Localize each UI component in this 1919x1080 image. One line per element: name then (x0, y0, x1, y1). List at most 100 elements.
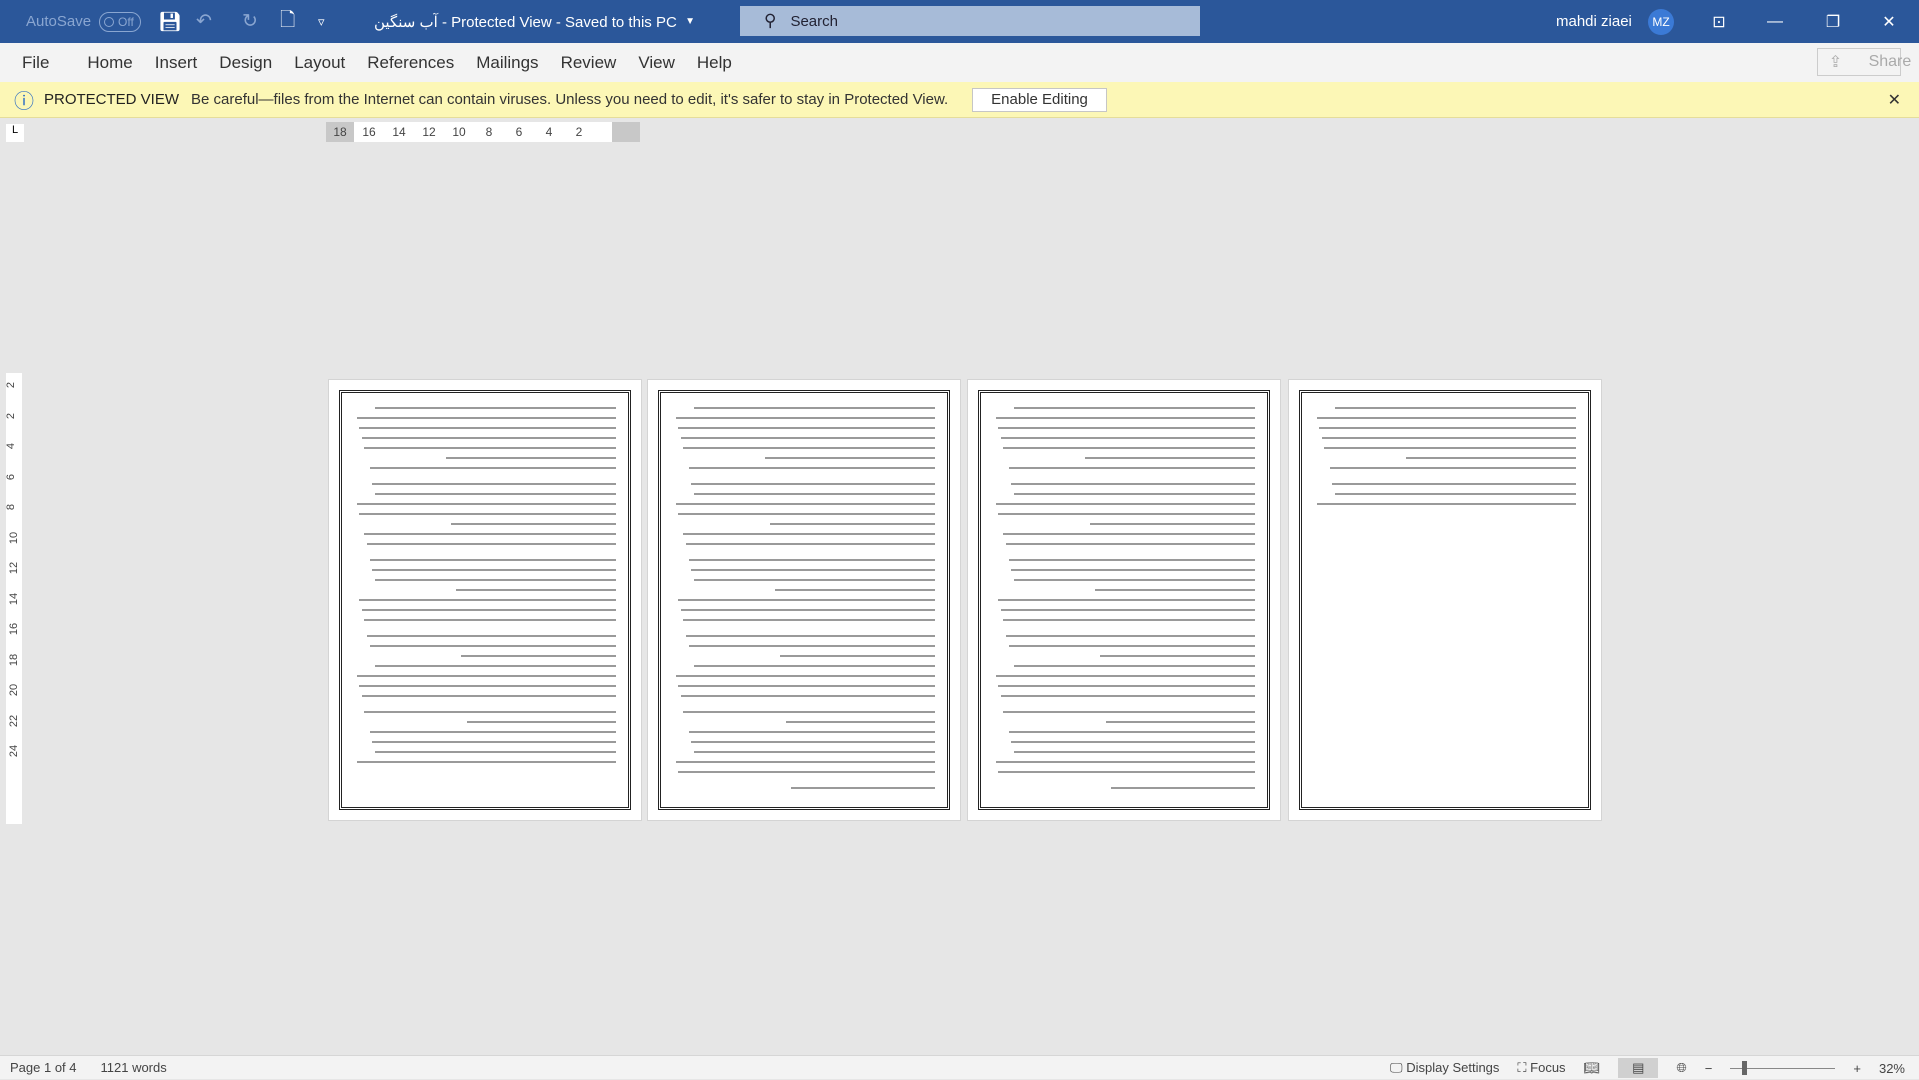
text-line (678, 427, 935, 429)
tab-home[interactable]: Home (87, 53, 132, 73)
ruler-tick: 12 (8, 561, 21, 575)
text-line (998, 599, 1255, 601)
zoom-out-icon[interactable]: − (1705, 1061, 1713, 1076)
text-line (998, 771, 1255, 773)
ribbon-display-icon[interactable]: ⊡ (1696, 0, 1742, 43)
indent-marker[interactable] (612, 122, 640, 142)
avatar[interactable]: MZ (1648, 9, 1674, 35)
text-line (1011, 569, 1255, 571)
text-line (686, 543, 935, 545)
text-line (680, 609, 935, 611)
text-line (693, 579, 935, 581)
save-icon[interactable]: 💾︎ (158, 0, 182, 43)
text-line (1013, 665, 1255, 667)
search-icon: ⚲ (764, 11, 777, 30)
text-line (372, 483, 616, 485)
text-line (1013, 407, 1255, 409)
toggle-switch[interactable]: Off (99, 11, 142, 32)
autosave-state: Off (118, 14, 134, 29)
autosave-toggle[interactable]: AutoSave Off (26, 0, 142, 43)
tab-view[interactable]: View (638, 53, 675, 73)
text-line (680, 437, 935, 439)
close-button[interactable]: ✕ (1866, 0, 1912, 43)
text-line (686, 635, 935, 637)
tab-help[interactable]: Help (697, 53, 732, 73)
document-page[interactable] (647, 379, 961, 821)
zoom-in-icon[interactable]: + (1853, 1061, 1861, 1076)
text-line (461, 655, 616, 657)
document-title[interactable]: آب سنگین - Protected View - Saved to thi… (374, 0, 695, 43)
new-document-icon[interactable]: 🗋 (280, 0, 295, 43)
text-line (995, 761, 1255, 763)
text-line (1089, 523, 1255, 525)
display-settings-button[interactable]: 🖵︎ Display Settings (1390, 1060, 1499, 1076)
text-line (374, 407, 616, 409)
document-page[interactable] (967, 379, 1281, 821)
redo-icon[interactable]: ↻ (242, 0, 258, 43)
text-line (1003, 447, 1255, 449)
text-line (678, 771, 935, 773)
focus-icon: ⛶ (1517, 1060, 1527, 1075)
zoom-slider[interactable] (1730, 1060, 1836, 1075)
print-layout-icon[interactable]: ▤ (1618, 1058, 1659, 1078)
focus-button[interactable]: ⛶ Focus (1517, 1060, 1565, 1076)
ruler-tick: 20 (8, 683, 21, 697)
tab-insert[interactable]: Insert (155, 53, 198, 73)
text-line (683, 533, 935, 535)
enable-editing-button[interactable]: Enable Editing (972, 87, 1107, 112)
text-line (369, 467, 616, 469)
tab-file[interactable]: File (22, 53, 49, 73)
read-mode-icon[interactable]: 📖︎ (1584, 1060, 1601, 1076)
text-line (1334, 493, 1576, 495)
customize-toolbar-icon[interactable]: ▿ (318, 0, 325, 43)
text-line (785, 721, 935, 723)
ruler-tick: 8 (5, 503, 18, 511)
text-line (678, 513, 935, 515)
text-line (1316, 417, 1576, 419)
text-line (359, 427, 616, 429)
ruler-tick: 12 (422, 125, 436, 139)
text-line (678, 685, 935, 687)
text-line (1319, 427, 1576, 429)
vertical-ruler[interactable]: 2 2 4 6 8 10 12 14 16 18 20 22 24 (5, 373, 22, 824)
title-bar: AutoSave Off 💾︎ ↶ ↻ 🗋 ▿ آب سنگین - Protec… (0, 0, 1919, 43)
text-line (998, 513, 1255, 515)
ruler-tick: 16 (362, 125, 376, 139)
document-page[interactable] (1288, 379, 1602, 821)
text-line (680, 695, 935, 697)
text-line (775, 589, 935, 591)
text-line (1011, 741, 1255, 743)
tab-references[interactable]: References (367, 53, 454, 73)
document-page[interactable] (328, 379, 642, 821)
text-line (356, 417, 616, 419)
display-settings-label: Display Settings (1406, 1060, 1500, 1075)
horizontal-ruler[interactable]: 18 16 14 12 10 8 6 4 2 (326, 122, 640, 142)
text-line (361, 609, 616, 611)
ruler-tick: 4 (545, 125, 553, 139)
undo-icon[interactable]: ↶ (196, 0, 212, 43)
protected-view-bar: ⓘ PROTECTED VIEW Be careful—files from t… (0, 82, 1919, 118)
text-line (1006, 635, 1255, 637)
protected-view-message: Be careful—files from the Internet can c… (191, 91, 949, 108)
tab-layout[interactable]: Layout (294, 53, 345, 73)
minimize-button[interactable]: — (1752, 0, 1798, 43)
tab-review[interactable]: Review (561, 53, 617, 73)
tab-mailings[interactable]: Mailings (476, 53, 538, 73)
zoom-level[interactable]: 32% (1879, 1061, 1905, 1076)
user-name[interactable]: mahdi ziaei (1556, 0, 1632, 43)
close-icon[interactable]: ✕ (1888, 90, 1901, 110)
ruler-tick: 18 (8, 653, 21, 666)
share-button[interactable]: ⇪ Share (1817, 48, 1911, 76)
tab-selector[interactable]: L (6, 124, 24, 142)
word-count[interactable]: 1121 words (101, 1060, 167, 1075)
text-line (1084, 457, 1255, 459)
search-input[interactable]: ⚲ Search (740, 6, 1200, 36)
web-layout-icon[interactable]: 🌐︎ (1676, 1060, 1686, 1076)
shield-info-icon: ⓘ (14, 91, 34, 113)
tab-design[interactable]: Design (219, 53, 272, 73)
restore-button[interactable]: ❐ (1810, 0, 1856, 43)
page-count[interactable]: Page 1 of 4 (10, 1060, 77, 1075)
text-line (675, 761, 935, 763)
text-line (688, 645, 935, 647)
text-line (372, 741, 616, 743)
